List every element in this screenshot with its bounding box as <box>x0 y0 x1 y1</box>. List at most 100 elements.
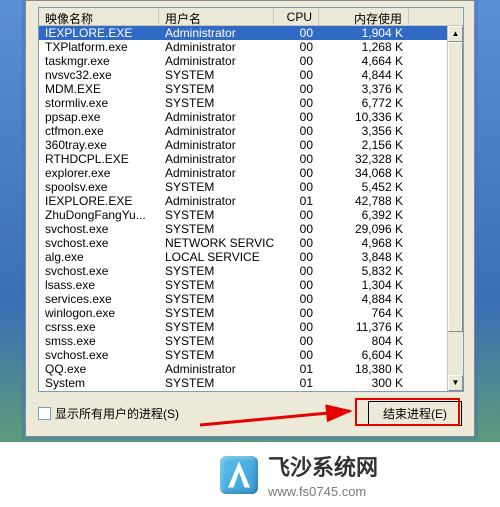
table-row[interactable]: svchost.exeSYSTEM005,832 K <box>39 264 463 278</box>
cell-cpu: 00 <box>274 138 319 152</box>
cell-user: SYSTEM <box>159 320 274 334</box>
cell-user: Administrator <box>159 362 274 376</box>
vertical-scrollbar[interactable]: ▲ ▼ <box>447 26 463 391</box>
brand-url: www.fs0745.com <box>268 484 378 499</box>
cell-user: SYSTEM <box>159 264 274 278</box>
table-row[interactable]: lsass.exeSYSTEM001,304 K <box>39 278 463 292</box>
checkbox-icon[interactable] <box>38 407 51 420</box>
cell-cpu: 00 <box>274 180 319 194</box>
table-row[interactable]: svchost.exeSYSTEM006,604 K <box>39 348 463 362</box>
cell-image: services.exe <box>39 292 159 306</box>
cell-cpu: 00 <box>274 110 319 124</box>
table-row[interactable]: ctfmon.exeAdministrator003,356 K <box>39 124 463 138</box>
end-process-button[interactable]: 结束进程(E) <box>368 401 462 426</box>
cell-cpu: 00 <box>274 264 319 278</box>
cell-cpu: 00 <box>274 306 319 320</box>
cell-user: SYSTEM <box>159 348 274 362</box>
cell-user: Administrator <box>159 124 274 138</box>
cell-cpu: 00 <box>274 222 319 236</box>
cell-user: SYSTEM <box>159 82 274 96</box>
table-row[interactable]: explorer.exeAdministrator0034,068 K <box>39 166 463 180</box>
cell-image: alg.exe <box>39 250 159 264</box>
cell-user: NETWORK SERVICE <box>159 236 274 250</box>
cell-image: QQ.exe <box>39 362 159 376</box>
table-row[interactable]: RTHDCPL.EXEAdministrator0032,328 K <box>39 152 463 166</box>
cell-image: smss.exe <box>39 334 159 348</box>
table-row[interactable]: svchost.exeNETWORK SERVICE004,968 K <box>39 236 463 250</box>
cell-user: SYSTEM <box>159 376 274 390</box>
cell-memory: 1,268 K <box>319 40 409 54</box>
cell-image: taskmgr.exe <box>39 54 159 68</box>
cell-cpu: 00 <box>274 68 319 82</box>
show-all-users-checkbox[interactable]: 显示所有用户的进程(S) <box>38 405 179 422</box>
scroll-thumb[interactable] <box>448 42 463 332</box>
cell-memory: 4,968 K <box>319 236 409 250</box>
table-row[interactable]: SystemSYSTEM01300 K <box>39 376 463 390</box>
cell-cpu: 01 <box>274 194 319 208</box>
cell-image: ppsap.exe <box>39 110 159 124</box>
cell-image: TXPlatform.exe <box>39 40 159 54</box>
cell-user: SYSTEM <box>159 292 274 306</box>
cell-user: Administrator <box>159 110 274 124</box>
cell-user: Administrator <box>159 26 274 40</box>
cell-user: SYSTEM <box>159 180 274 194</box>
cell-cpu: 00 <box>274 54 319 68</box>
brand-name: 飞沙系统网 <box>268 450 378 482</box>
cell-memory: 300 K <box>319 376 409 390</box>
cell-cpu: 00 <box>274 278 319 292</box>
process-table: 映像名称 用户名 CPU 内存使用 IEXPLORE.EXEAdministra… <box>38 7 464 392</box>
col-header-cpu[interactable]: CPU <box>274 8 319 25</box>
table-row[interactable]: 360tray.exeAdministrator002,156 K <box>39 138 463 152</box>
task-manager-panel: 映像名称 用户名 CPU 内存使用 IEXPLORE.EXEAdministra… <box>25 0 475 437</box>
table-row[interactable]: IEXPLORE.EXEAdministrator001,904 K <box>39 26 463 40</box>
col-header-memory[interactable]: 内存使用 <box>319 8 409 25</box>
table-row[interactable]: IEXPLORE.EXEAdministrator0142,788 K <box>39 194 463 208</box>
cell-image: 360tray.exe <box>39 138 159 152</box>
cell-image: System <box>39 376 159 390</box>
cell-image: explorer.exe <box>39 166 159 180</box>
table-row[interactable]: winlogon.exeSYSTEM00764 K <box>39 306 463 320</box>
cell-cpu: 00 <box>274 82 319 96</box>
scroll-up-icon[interactable]: ▲ <box>448 26 463 42</box>
table-row[interactable]: TXPlatform.exeAdministrator001,268 K <box>39 40 463 54</box>
cell-cpu: 00 <box>274 124 319 138</box>
cell-memory: 1,904 K <box>319 26 409 40</box>
table-row[interactable]: ZhuDongFangYu...SYSTEM006,392 K <box>39 208 463 222</box>
cell-memory: 4,664 K <box>319 54 409 68</box>
cell-image: stormliv.exe <box>39 96 159 110</box>
cell-image: MDM.EXE <box>39 82 159 96</box>
cell-cpu: 00 <box>274 334 319 348</box>
cell-cpu: 00 <box>274 40 319 54</box>
cell-cpu: 00 <box>274 152 319 166</box>
scroll-down-icon[interactable]: ▼ <box>448 375 463 391</box>
cell-image: winlogon.exe <box>39 306 159 320</box>
cell-memory: 4,884 K <box>319 292 409 306</box>
table-row[interactable]: QQ.exeAdministrator0118,380 K <box>39 362 463 376</box>
table-row[interactable]: services.exeSYSTEM004,884 K <box>39 292 463 306</box>
cell-memory: 32,328 K <box>319 152 409 166</box>
table-row[interactable]: spoolsv.exeSYSTEM005,452 K <box>39 180 463 194</box>
cell-image: IEXPLORE.EXE <box>39 26 159 40</box>
cell-image: svchost.exe <box>39 222 159 236</box>
table-row[interactable]: alg.exeLOCAL SERVICE003,848 K <box>39 250 463 264</box>
col-header-user[interactable]: 用户名 <box>159 8 274 25</box>
cell-cpu: 00 <box>274 292 319 306</box>
cell-memory: 10,336 K <box>319 110 409 124</box>
table-row[interactable]: MDM.EXESYSTEM003,376 K <box>39 82 463 96</box>
table-row[interactable]: stormliv.exeSYSTEM006,772 K <box>39 96 463 110</box>
cell-user: SYSTEM <box>159 334 274 348</box>
cell-image: ctfmon.exe <box>39 124 159 138</box>
table-row[interactable]: svchost.exeSYSTEM0029,096 K <box>39 222 463 236</box>
table-header-row: 映像名称 用户名 CPU 内存使用 <box>39 8 463 26</box>
table-row[interactable]: smss.exeSYSTEM00804 K <box>39 334 463 348</box>
cell-image: lsass.exe <box>39 278 159 292</box>
cell-image: svchost.exe <box>39 236 159 250</box>
table-row[interactable]: ppsap.exeAdministrator0010,336 K <box>39 110 463 124</box>
table-row[interactable]: nvsvc32.exeSYSTEM004,844 K <box>39 68 463 82</box>
cell-user: SYSTEM <box>159 68 274 82</box>
table-row[interactable]: csrss.exeSYSTEM0011,376 K <box>39 320 463 334</box>
table-row[interactable]: taskmgr.exeAdministrator004,664 K <box>39 54 463 68</box>
col-header-image[interactable]: 映像名称 <box>39 8 159 25</box>
cell-memory: 5,832 K <box>319 264 409 278</box>
cell-image: csrss.exe <box>39 320 159 334</box>
